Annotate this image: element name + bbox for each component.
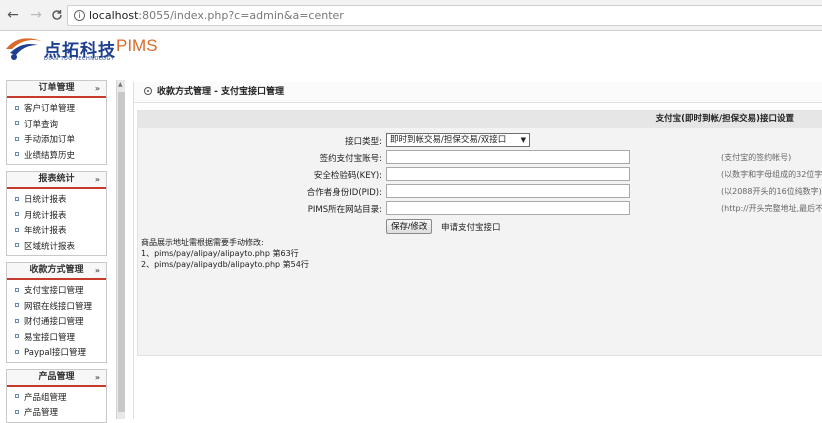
target-icon — [144, 86, 152, 95]
sidebar-item-yeepay[interactable]: 易宝接口管理 — [7, 331, 106, 347]
sidebar-item-product-groups[interactable]: 产品组管理 — [7, 391, 106, 407]
sidebar-group-title[interactable]: 订单管理» — [7, 81, 106, 98]
bullet-icon — [15, 152, 19, 156]
bullet-icon — [15, 394, 19, 398]
form-row-actions: 保存/修改 申请支付宝接口 — [138, 219, 822, 235]
note-line: 1、pims/pay/alipay/alipayto.php 第63行 — [141, 249, 299, 258]
scrollbar-thumb[interactable] — [118, 92, 125, 412]
security-key-input[interactable] — [386, 167, 630, 181]
sidebar-scrollbar[interactable]: ▲ — [116, 80, 125, 419]
field-hint: (以2088开头的16位纯数字) — [721, 187, 822, 196]
sidebar-group-title[interactable]: 产品管理» — [7, 369, 106, 387]
sidebar-group-payment: 收款方式管理» 支付宝接口管理 网银在线接口管理 财付通接口管理 易宝接口管理 … — [6, 262, 107, 363]
form-row-type: 接口类型: 即时到帐交易/担保交易/双接口 ▼ — [138, 133, 822, 149]
sidebar-item-settlement-history[interactable]: 业绩结算历史 — [7, 149, 106, 165]
note-line: 2、pims/pay/alipaydb/alipayto.php 第54行 — [141, 260, 309, 269]
sidebar-item-monthly-report[interactable]: 月统计报表 — [7, 209, 106, 225]
breadcrumb: 收款方式管理 - 支付宝接口管理 — [134, 82, 822, 103]
alipay-account-input[interactable] — [386, 150, 630, 164]
form-row-pid: 合作者身份ID(PID): (以2088开头的16位纯数字) — [138, 184, 822, 200]
bullet-icon — [15, 121, 19, 125]
site-directory-input[interactable] — [386, 201, 630, 215]
settings-panel: 支付宝(即时到帐/担保交易)接口设置 接口类型: 即时到帐交易/担保交易/双接口… — [137, 110, 822, 356]
sidebar-group-orders: 订单管理» 客户订单管理 订单查询 手动添加订单 业绩结算历史 — [6, 80, 107, 165]
field-hint: (支付宝的签约帐号) — [721, 153, 792, 162]
collapse-chevron-icon[interactable]: » — [95, 81, 100, 96]
sidebar-item-customer-orders[interactable]: 客户订单管理 — [7, 102, 106, 118]
form-row-key: 安全检验码(KEY): (以数字和字母组成的32位字 — [138, 167, 822, 183]
bullet-icon — [15, 334, 19, 338]
sidebar-group-title[interactable]: 收款方式管理» — [7, 263, 106, 280]
logo-subtitle: DIAN TUO TECHNOLOGY — [44, 56, 115, 62]
sidebar-item-order-search[interactable]: 订单查询 — [7, 118, 106, 134]
bullet-icon — [15, 243, 19, 247]
bullet-icon — [15, 212, 19, 216]
partner-id-input[interactable] — [386, 184, 630, 198]
collapse-chevron-icon[interactable]: » — [95, 172, 100, 187]
collapse-chevron-icon[interactable]: » — [95, 263, 100, 278]
save-button[interactable]: 保存/修改 — [386, 219, 433, 234]
bullet-icon — [15, 136, 19, 141]
sidebar-item-products[interactable]: 产品管理 — [7, 406, 106, 422]
reload-button[interactable] — [48, 6, 66, 24]
info-icon[interactable]: i — [74, 10, 85, 21]
address-bar[interactable]: i localhost:8055/index.php?c=admin&a=cen… — [67, 5, 822, 26]
field-hint: (http://开头完整地址,最后不 — [721, 204, 822, 213]
field-label: 安全检验码(KEY): — [313, 171, 382, 181]
back-button[interactable]: ← — [4, 6, 22, 24]
logo-icon — [6, 38, 42, 60]
url-text[interactable]: localhost:8055/index.php?c=admin&a=cente… — [89, 9, 344, 22]
field-label: 接口类型: — [345, 137, 382, 147]
sidebar-item-alipay[interactable]: 支付宝接口管理 — [7, 284, 106, 300]
dropdown-arrow-icon: ▼ — [520, 136, 526, 144]
scroll-up-icon[interactable]: ▲ — [118, 81, 123, 88]
bullet-icon — [15, 303, 19, 307]
browser-toolbar: ← → i localhost:8055/index.php?c=admin&a… — [0, 0, 822, 31]
bullet-icon — [15, 105, 19, 110]
bullet-icon — [15, 409, 19, 414]
sidebar-group-reports: 报表统计» 日统计报表 月统计报表 年统计报表 区域统计报表 — [6, 171, 107, 256]
form-row-account: 签约支付宝账号: (支付宝的签约帐号) — [138, 150, 822, 166]
main-content: 收款方式管理 - 支付宝接口管理 支付宝(即时到帐/担保交易)接口设置 接口类型… — [133, 82, 822, 419]
field-hint: (以数字和字母组成的32位字 — [721, 170, 822, 179]
app-header: 点拓科技 PIMS DIAN TUO TECHNOLOGY — [0, 31, 822, 79]
bullet-icon — [15, 287, 19, 292]
page-title: 收款方式管理 - 支付宝接口管理 — [157, 87, 285, 97]
bullet-icon — [15, 318, 19, 323]
collapse-chevron-icon[interactable]: » — [95, 370, 100, 385]
field-label: PIMS所在网站目录: — [307, 205, 382, 215]
forward-button[interactable]: → — [27, 6, 45, 24]
sidebar-item-daily-report[interactable]: 日统计报表 — [7, 193, 106, 209]
bullet-icon — [15, 196, 19, 201]
sidebar: 订单管理» 客户订单管理 订单查询 手动添加订单 业绩结算历史 报表统计» 日统… — [6, 80, 107, 423]
apply-alipay-link[interactable]: 申请支付宝接口 — [441, 221, 501, 233]
sidebar-item-region-report[interactable]: 区域统计报表 — [7, 240, 106, 256]
sidebar-group-products: 产品管理» 产品组管理 产品管理 — [6, 368, 107, 423]
bullet-icon — [15, 227, 19, 232]
bullet-icon — [15, 349, 19, 354]
sidebar-item-tenpay[interactable]: 财付通接口管理 — [7, 315, 106, 331]
sidebar-group-title[interactable]: 报表统计» — [7, 172, 106, 189]
sidebar-item-yearly-report[interactable]: 年统计报表 — [7, 224, 106, 240]
interface-type-select[interactable]: 即时到帐交易/担保交易/双接口 ▼ — [386, 133, 530, 147]
form-row-dir: PIMS所在网站目录: (http://开头完整地址,最后不 — [138, 201, 822, 217]
reload-icon — [52, 10, 62, 20]
field-label: 合作者身份ID(PID): — [306, 188, 382, 198]
sidebar-item-chinabank[interactable]: 网银在线接口管理 — [7, 300, 106, 316]
note-line: 商品展示地址需根据需要手动修改: — [141, 238, 264, 247]
edit-note: 商品展示地址需根据需要手动修改: 1、pims/pay/alipay/alipa… — [141, 237, 309, 270]
sidebar-item-paypal[interactable]: Paypal接口管理 — [7, 346, 106, 362]
logo-product-name: PIMS — [116, 36, 158, 55]
field-label: 签约支付宝账号: — [319, 154, 382, 164]
sidebar-item-add-order[interactable]: 手动添加订单 — [7, 133, 106, 149]
section-title: 支付宝(即时到帐/担保交易)接口设置 — [138, 111, 822, 128]
